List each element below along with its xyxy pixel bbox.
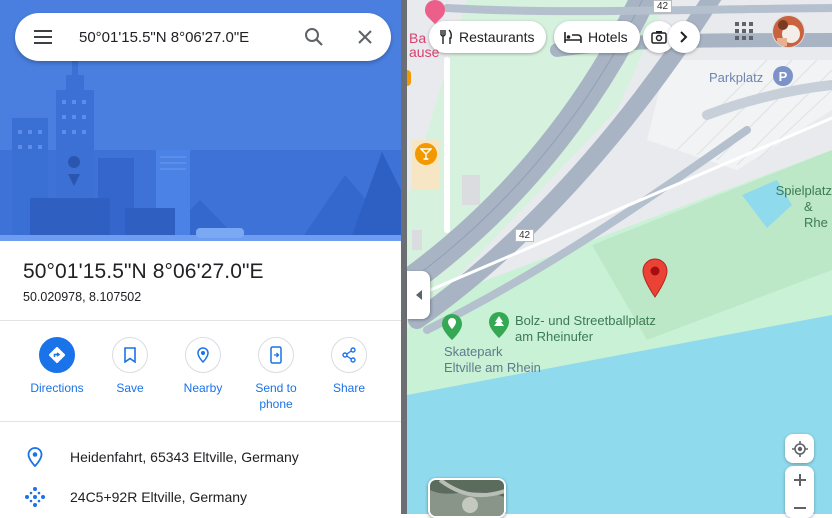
place-title: 50°01'15.5"N 8°06'27.0"E — [23, 260, 264, 283]
my-location-icon — [791, 440, 808, 457]
search-input[interactable]: 50°01'15.5"N 8°06'27.0"E — [71, 29, 289, 46]
plus-code-icon — [25, 487, 45, 507]
map-canvas[interactable]: Restaurants Hotels 42 42 Ba ause Parkpla… — [407, 0, 832, 514]
poi-marker-partial[interactable] — [407, 70, 411, 86]
collapse-panel-button[interactable] — [407, 271, 430, 319]
poi-label-partial: ause — [409, 44, 440, 60]
share-icon — [342, 347, 356, 363]
bolzplatz-label-line1: Bolz- und Streetballplatz — [515, 313, 656, 328]
decimal-coordinates: 50.020978, 8.107502 — [23, 290, 142, 304]
zoom-controls — [785, 466, 814, 518]
apps-grid-icon — [735, 22, 753, 40]
share-button[interactable]: Share — [314, 337, 384, 396]
skatepark-label-line1: Skatepark — [444, 344, 503, 359]
zoom-out-icon[interactable] — [793, 502, 806, 514]
avatar[interactable] — [772, 15, 805, 48]
directions-label: Directions — [30, 381, 84, 395]
divider — [0, 421, 401, 422]
send-to-phone-button[interactable]: Send to phone — [241, 337, 311, 412]
chevron-right-icon — [680, 31, 688, 43]
chips-next-button[interactable] — [668, 21, 700, 53]
spielplatz-label: Spielplatz & Rhe — [772, 183, 832, 231]
apps-button[interactable] — [732, 19, 756, 43]
nearby-icon — [197, 347, 209, 364]
send-to-phone-label: Send to phone — [255, 381, 297, 411]
road-shield: 42 — [653, 0, 673, 13]
bolzplatz-label-line2: am Rheinufer — [515, 329, 594, 344]
dropped-pin-icon[interactable] — [642, 258, 668, 298]
map-base — [407, 0, 832, 514]
road-shield: 42 — [515, 229, 535, 242]
search-button[interactable] — [289, 13, 339, 61]
clear-search-button[interactable] — [339, 13, 391, 61]
divider — [0, 320, 401, 321]
search-icon — [305, 28, 323, 46]
camera-icon — [651, 31, 667, 44]
place-panel: 50°01'15.5"N 8°06'27.0"E 50°01'15.5"N 8°… — [0, 0, 401, 514]
save-button[interactable]: Save — [95, 337, 165, 396]
search-box[interactable]: 50°01'15.5"N 8°06'27.0"E — [15, 13, 391, 61]
directions-icon — [48, 346, 66, 364]
spielplatz-label-line1: Spielplatz — [775, 183, 832, 198]
bar-pin-icon[interactable] — [415, 143, 437, 165]
nearby-button[interactable]: Nearby — [168, 337, 238, 396]
skatepark-label: Skatepark Eltville am Rhein — [444, 344, 541, 376]
save-label: Save — [116, 381, 144, 395]
close-icon — [358, 30, 372, 44]
restaurant-icon — [440, 29, 452, 44]
satellite-thumbnail — [430, 480, 504, 516]
spielplatz-label-line2: & Rhe — [804, 199, 828, 230]
chip-hotels[interactable]: Hotels — [554, 21, 640, 53]
caret-left-icon — [415, 290, 422, 300]
cocktail-icon — [420, 148, 432, 160]
share-label: Share — [332, 381, 366, 395]
plus-code-text: 24C5+92R Eltville, Germany — [70, 489, 248, 505]
tree-pin-icon[interactable] — [489, 312, 509, 338]
zoom-in-icon[interactable] — [793, 474, 806, 486]
parking-icon[interactable]: P — [773, 66, 793, 86]
location-pin-icon — [27, 447, 43, 467]
phone-icon — [270, 346, 282, 364]
address-row[interactable]: Heidenfahrt, 65343 Eltville, Germany — [0, 437, 401, 477]
menu-button[interactable] — [15, 13, 71, 61]
my-location-button[interactable] — [785, 434, 814, 463]
hamburger-icon — [34, 30, 52, 44]
directions-button[interactable]: Directions — [22, 337, 92, 396]
layers-button[interactable] — [428, 478, 506, 518]
nearby-label: Nearby — [183, 381, 223, 395]
chip-restaurants[interactable]: Restaurants — [429, 21, 547, 53]
skatepark-label-line2: Eltville am Rhein — [444, 360, 541, 375]
park-pin-icon[interactable] — [442, 314, 462, 340]
chip-restaurants-label: Restaurants — [459, 29, 535, 45]
bolzplatz-label: Bolz- und Streetballplatz am Rheinufer — [515, 313, 656, 345]
chip-hotels-label: Hotels — [588, 29, 628, 45]
hotel-icon — [564, 32, 582, 43]
address-text: Heidenfahrt, 65343 Eltville, Germany — [70, 449, 299, 465]
plus-code-row[interactable]: 24C5+92R Eltville, Germany — [0, 477, 401, 514]
bookmark-icon — [124, 347, 136, 363]
parkplatz-label: Parkplatz — [709, 70, 764, 85]
